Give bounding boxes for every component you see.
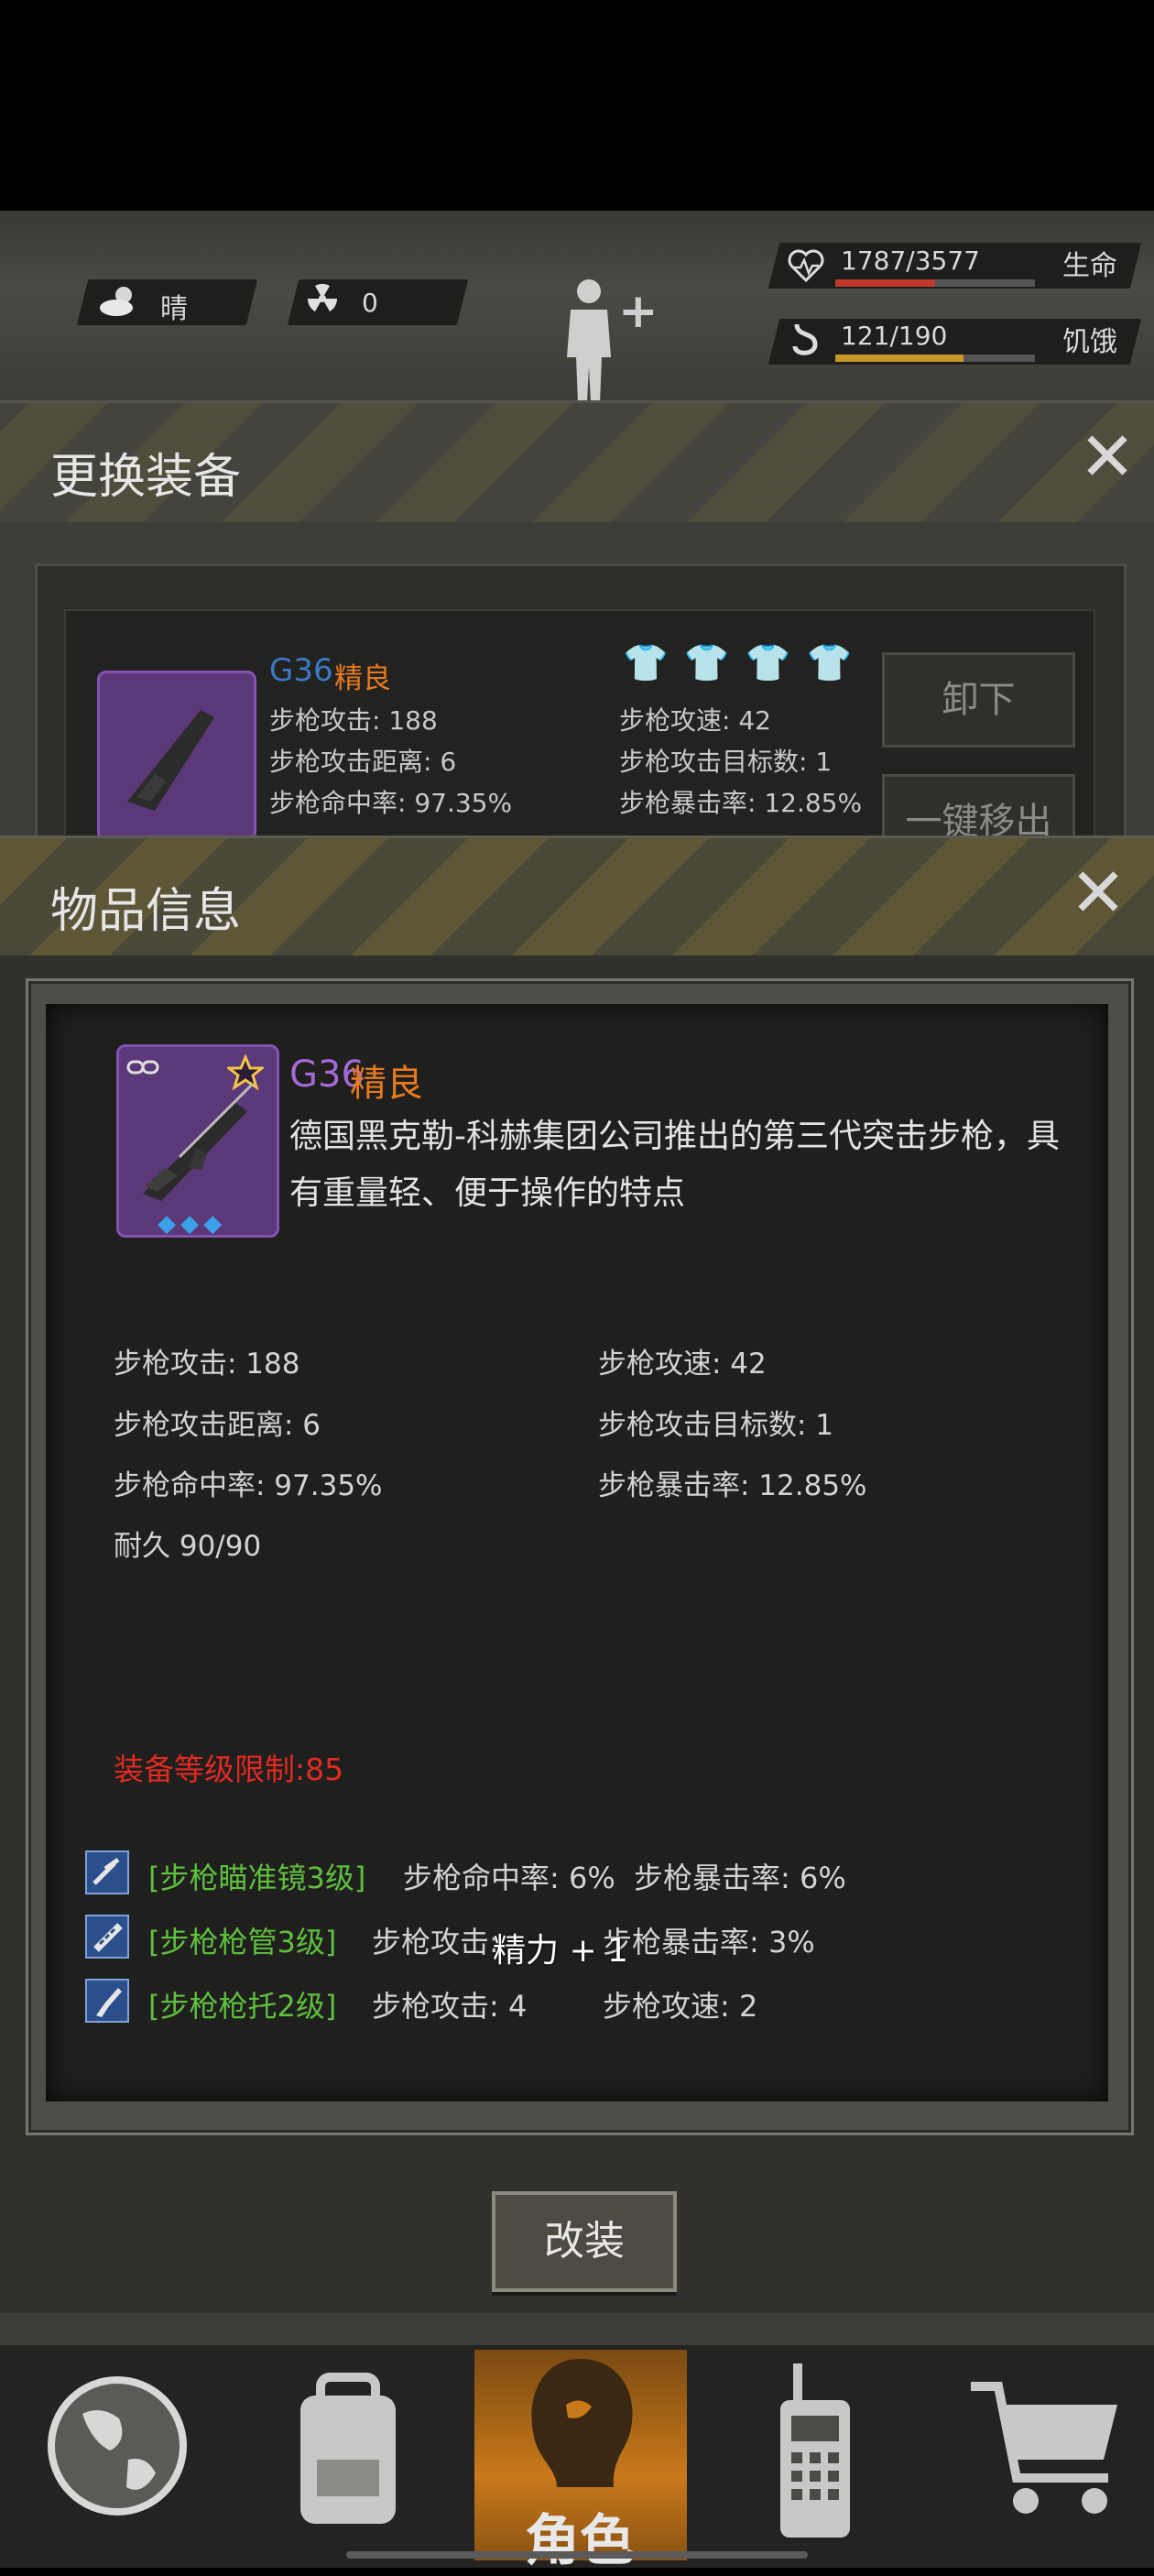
shirt-icon: 👕 <box>683 642 730 684</box>
barrel-icon <box>85 1915 129 1959</box>
nav-backpack[interactable] <box>256 2350 440 2560</box>
stock-icon <box>85 1979 129 2023</box>
health-bar <box>835 279 1035 287</box>
role-head-icon <box>531 2359 633 2487</box>
cloud-sun-icon <box>100 287 133 316</box>
walkie-talkie-icon <box>780 2363 850 2538</box>
diamond-icon: ◆ <box>203 1210 223 1238</box>
floating-energy-text: 精力 + 1 <box>493 1932 628 1970</box>
mod-stat: 步枪攻速: 2 <box>603 1989 758 2024</box>
stat-speed: 步枪攻速: 42 <box>598 1348 767 1381</box>
item-info-close-icon[interactable]: ✕ <box>1070 859 1127 927</box>
item-icon: ◆ ◆ ◆ <box>116 1044 279 1238</box>
equip-weapon-quality: 精良 <box>334 662 391 695</box>
equip-stat-attack: 步枪攻击: 188 <box>269 705 438 736</box>
stat-targets: 步枪攻击目标数: 1 <box>598 1409 834 1442</box>
shirt-icon: 👕 <box>806 642 853 684</box>
nav-role[interactable]: 角色 <box>474 2350 687 2573</box>
shopping-cart-icon <box>971 2382 1117 2514</box>
hunger-bar <box>835 355 1035 362</box>
radiation-icon <box>307 283 338 311</box>
item-description: 德国黑克勒-科赫集团公司推出的第三代突击步枪，具有重量轻、便于操作的特点 <box>289 1118 1060 1212</box>
health-text: 1787/3577 <box>841 246 980 276</box>
diamond-icon: ◆ <box>180 1210 200 1238</box>
upgrade-diamonds: ◆ ◆ ◆ <box>158 1210 222 1238</box>
modify-button[interactable]: 改装 <box>492 2191 677 2292</box>
mod-stat: 步枪攻击: 4 <box>372 1989 528 2024</box>
hunger-bar-fill <box>835 355 963 362</box>
shirt-icon: 👕 <box>745 642 791 684</box>
equip-weapon-icon[interactable] <box>97 671 256 841</box>
hunger-text: 121/190 <box>841 321 948 351</box>
health-bar-fill <box>835 279 935 287</box>
globe-icon <box>48 2376 187 2516</box>
nav-map[interactable] <box>27 2350 211 2560</box>
body-silhouette-icon[interactable] <box>554 275 627 408</box>
stat-range: 步枪攻击距离: 6 <box>114 1409 321 1442</box>
rifle-icon <box>127 710 214 811</box>
backpack-icon <box>300 2373 396 2524</box>
nav-role-label: 角色 <box>525 2509 635 2573</box>
health-label: 生命 <box>1062 250 1117 282</box>
status-hud: 晴 0 + 1787/3577 生命 121/190 饥饿 <box>0 211 1154 408</box>
mod-name: [步枪瞄准镜3级] <box>148 1861 366 1895</box>
equip-stat-targets: 步枪攻击目标数: 1 <box>619 747 833 777</box>
nav-shop[interactable] <box>953 2350 1136 2560</box>
link-icon <box>126 1060 159 1075</box>
diamond-icon: ◆ <box>158 1210 176 1238</box>
equip-panel-title: 更换装备 <box>50 450 242 505</box>
stat-attack: 步枪攻击: 188 <box>114 1348 300 1381</box>
unequip-button[interactable]: 卸下 <box>882 652 1075 748</box>
level-requirement: 装备等级限制:85 <box>114 1752 344 1787</box>
shirt-icon: 👕 <box>623 642 669 684</box>
mod-stat: 步枪暴击率: 6% <box>634 1861 846 1895</box>
mod-name: [步枪枪托2级] <box>148 1989 337 2024</box>
equip-close-icon[interactable]: ✕ <box>1079 423 1136 491</box>
stat-crit: 步枪暴击率: 12.85% <box>598 1469 867 1502</box>
equip-stat-accuracy: 步枪命中率: 97.35% <box>269 788 513 818</box>
mod-name: [步枪枪管3级] <box>148 1925 337 1959</box>
hunger-label: 饥饿 <box>1062 326 1117 358</box>
mod-stat: 步枪命中率: 6% <box>403 1861 615 1895</box>
equip-stat-crit: 步枪暴击率: 12.85% <box>619 788 863 818</box>
scope-icon <box>85 1850 129 1894</box>
item-info-title: 物品信息 <box>50 884 242 939</box>
weather-label: 晴 <box>160 293 188 325</box>
equip-stat-speed: 步枪攻速: 42 <box>619 705 771 736</box>
home-indicator[interactable] <box>346 2551 808 2559</box>
nav-radio[interactable] <box>724 2350 907 2560</box>
mod-stat: 步枪攻击: <box>372 1925 499 1959</box>
stomach-icon <box>792 323 818 355</box>
equip-weapon-name: G36 <box>269 652 333 689</box>
radiation-value: 0 <box>362 288 378 318</box>
shirt-slot-icons: 👕 👕 👕 👕 <box>623 641 853 684</box>
heart-pulse-icon <box>788 249 824 283</box>
stat-accuracy: 步枪命中率: 97.35% <box>114 1469 383 1502</box>
equip-stat-range: 步枪攻击距离: 6 <box>269 747 457 777</box>
rifle-icon <box>143 1084 255 1201</box>
plus-icon: + <box>618 284 659 339</box>
mod-stat: 步枪暴击率: 3% <box>603 1925 815 1959</box>
item-quality: 精良 <box>350 1063 423 1105</box>
stat-durability: 耐久 90/90 <box>114 1530 262 1563</box>
